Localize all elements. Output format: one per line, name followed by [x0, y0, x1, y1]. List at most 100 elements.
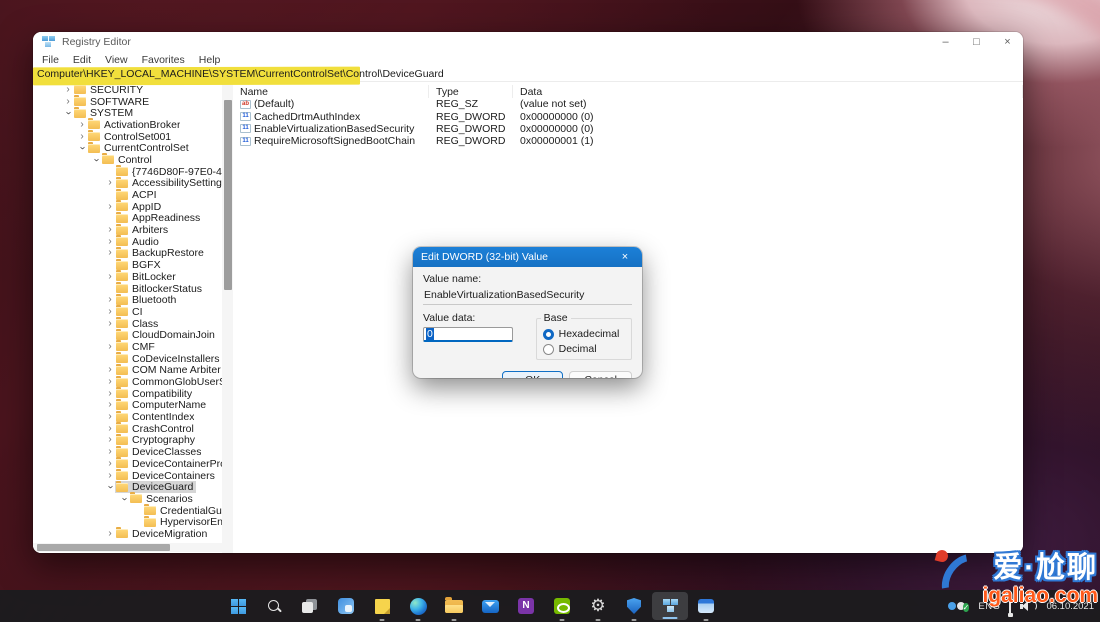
tree-item-software[interactable]: › SOFTWARE [33, 95, 222, 108]
tree-item-com-name-arbiter[interactable]: › COM Name Arbiter [33, 363, 222, 376]
tree-item-devicemigration[interactable]: › DeviceMigration [33, 527, 222, 540]
onenote-icon[interactable] [508, 590, 544, 622]
tree-item-arbiters[interactable]: › Arbiters [33, 223, 222, 236]
expand-chevron-icon[interactable]: › [105, 377, 115, 387]
antivirus-status-icon[interactable]: ✓ [962, 603, 970, 612]
settings-icon[interactable]: ⚙ [580, 590, 616, 622]
tree-item-system[interactable]: › SYSTEM [33, 106, 222, 119]
expand-chevron-icon[interactable]: › [105, 341, 115, 352]
mail-icon[interactable] [472, 590, 508, 622]
collapse-chevron-icon[interactable]: › [91, 155, 102, 165]
hexadecimal-radio[interactable]: Hexadecimal [542, 328, 625, 340]
task-view-icon[interactable] [292, 590, 328, 622]
ok-button[interactable]: OK [502, 371, 564, 378]
scrollbar-thumb[interactable] [37, 544, 170, 551]
tree-item-devicecontainers[interactable]: › DeviceContainers [33, 469, 222, 482]
volume-icon[interactable] [1020, 600, 1038, 612]
tree-item-activationbroker[interactable]: › ActivationBroker [33, 118, 222, 131]
expand-chevron-icon[interactable]: › [105, 248, 115, 258]
tree-item-accessibilitysettings[interactable]: › AccessibilitySettings [33, 176, 222, 189]
expand-chevron-icon[interactable]: › [105, 306, 115, 317]
expand-chevron-icon[interactable]: › [105, 458, 115, 469]
collapse-chevron-icon[interactable]: › [105, 482, 116, 492]
expand-chevron-icon[interactable]: › [105, 271, 115, 282]
expand-chevron-icon[interactable]: › [105, 318, 115, 329]
expand-chevron-icon[interactable]: › [105, 365, 115, 375]
tree-item-appreadiness[interactable]: ›AppReadiness [33, 211, 222, 224]
expand-chevron-icon[interactable]: › [105, 435, 115, 445]
tree-item-bitlockerstatus[interactable]: ›BitlockerStatus [33, 282, 222, 295]
tree-item-codeviceinstallers[interactable]: ›CoDeviceInstallers [33, 352, 222, 365]
registry-editor-icon[interactable] [652, 592, 688, 620]
tree-item-ci[interactable]: › CI [33, 305, 222, 318]
sticky-notes-icon[interactable] [364, 590, 400, 622]
file-explorer-icon[interactable] [436, 590, 472, 622]
tree-item-deviceguard[interactable]: › DeviceGuard [33, 480, 222, 493]
column-header-name[interactable]: Name [233, 85, 429, 98]
expand-chevron-icon[interactable]: › [105, 295, 115, 305]
dialog-close-button[interactable]: × [616, 251, 634, 263]
maximize-button[interactable]: □ [961, 32, 992, 52]
expand-chevron-icon[interactable]: › [77, 131, 87, 142]
tree-item-hypervisorenforcedcod[interactable]: ›HypervisorEnforcedCod [33, 515, 222, 528]
windows-security-icon[interactable] [616, 590, 652, 622]
system-tray[interactable]: ✓ ENG 06.10.2021 [945, 590, 1094, 622]
tree-item-crashcontrol[interactable]: › CrashControl [33, 422, 222, 435]
expand-chevron-icon[interactable]: › [105, 423, 115, 434]
value-row-cacheddrtmauthindex[interactable]: 11 CachedDrtmAuthIndex REG_DWORD 0x00000000… [233, 110, 1023, 123]
tree-item-scenarios[interactable]: › Scenarios [33, 492, 222, 505]
tree-item-contentindex[interactable]: › ContentIndex [33, 410, 222, 423]
system-config-icon[interactable] [688, 590, 724, 622]
value-row-enablevirtualizationbasedsecurity[interactable]: 11 EnableVirtualizationBasedSecurity REG_D… [233, 123, 1023, 135]
window-titlebar[interactable]: Registry Editor – □ × [33, 32, 1023, 52]
collapse-chevron-icon[interactable]: › [77, 143, 88, 153]
expand-chevron-icon[interactable]: › [105, 178, 115, 188]
tree-item-class[interactable]: › Class [33, 317, 222, 330]
tree-item-compatibility[interactable]: › Compatibility [33, 387, 222, 400]
tree-item-7746d80f-97e0-4e26-9543[interactable]: ›{7746D80F-97E0-4E26-9543- [33, 165, 222, 178]
expand-chevron-icon[interactable]: › [105, 400, 115, 410]
tree-item-bgfx[interactable]: ›BGFX [33, 258, 222, 271]
tree-item-backuprestore[interactable]: › BackupRestore [33, 246, 222, 259]
tree-item-clouddomainjoin[interactable]: ›CloudDomainJoin [33, 328, 222, 341]
menu-item-help[interactable]: Help [192, 54, 228, 66]
tree-item-currentcontrolset[interactable]: › CurrentControlSet [33, 141, 222, 154]
menu-item-file[interactable]: File [35, 54, 66, 66]
network-icon[interactable] [1009, 596, 1012, 615]
tree-item-credentialguard[interactable]: ›CredentialGuard [33, 504, 222, 517]
widgets-icon[interactable] [328, 590, 364, 622]
expand-chevron-icon[interactable]: › [105, 388, 115, 399]
expand-chevron-icon[interactable]: › [105, 447, 115, 457]
tree-item-appid[interactable]: › AppID [33, 200, 222, 213]
list-header[interactable]: Name Type Data [233, 85, 1023, 98]
expand-chevron-icon[interactable]: › [105, 528, 115, 539]
expand-chevron-icon[interactable]: › [105, 412, 115, 422]
tree-item-commonglobusersettings[interactable]: › CommonGlobUserSettings [33, 375, 222, 388]
menu-item-edit[interactable]: Edit [66, 54, 98, 66]
edge-icon[interactable] [400, 590, 436, 622]
start-icon[interactable] [220, 590, 256, 622]
expand-chevron-icon[interactable]: › [105, 201, 115, 212]
expand-chevron-icon[interactable]: › [105, 236, 115, 247]
value-data-input[interactable]: 0 [423, 327, 513, 342]
tree-item-audio[interactable]: › Audio [33, 235, 222, 248]
tree-vertical-scrollbar[interactable] [222, 82, 233, 553]
radio-selected-icon[interactable] [542, 328, 554, 340]
tree-item-devicecontainerpropertyupd[interactable]: › DeviceContainerPropertyUpd [33, 457, 222, 470]
address-bar[interactable]: Computer\HKEY_LOCAL_MACHINE\SYSTEM\Curre… [33, 66, 1023, 86]
language-indicator[interactable]: ENG [978, 601, 1000, 612]
column-header-type[interactable]: Type [429, 85, 513, 98]
scrollbar-thumb[interactable] [223, 100, 232, 290]
tree-item-cmf[interactable]: › CMF [33, 340, 222, 353]
tree-item-cryptography[interactable]: › Cryptography [33, 433, 222, 446]
tree-item-control[interactable]: › Control [33, 153, 222, 166]
expand-chevron-icon[interactable]: › [63, 84, 73, 95]
tree-item-security[interactable]: › SECURITY [33, 83, 222, 96]
expand-chevron-icon[interactable]: › [77, 119, 87, 130]
value-row-default[interactable]: ab (Default) REG_SZ (value not set) [233, 98, 1023, 110]
tree-item-bluetooth[interactable]: › Bluetooth [33, 293, 222, 306]
expand-chevron-icon[interactable]: › [63, 96, 73, 107]
tree-item-controlset001[interactable]: › ControlSet001 [33, 130, 222, 143]
minimize-button[interactable]: – [930, 32, 961, 52]
tree-item-deviceclasses[interactable]: › DeviceClasses [33, 445, 222, 458]
